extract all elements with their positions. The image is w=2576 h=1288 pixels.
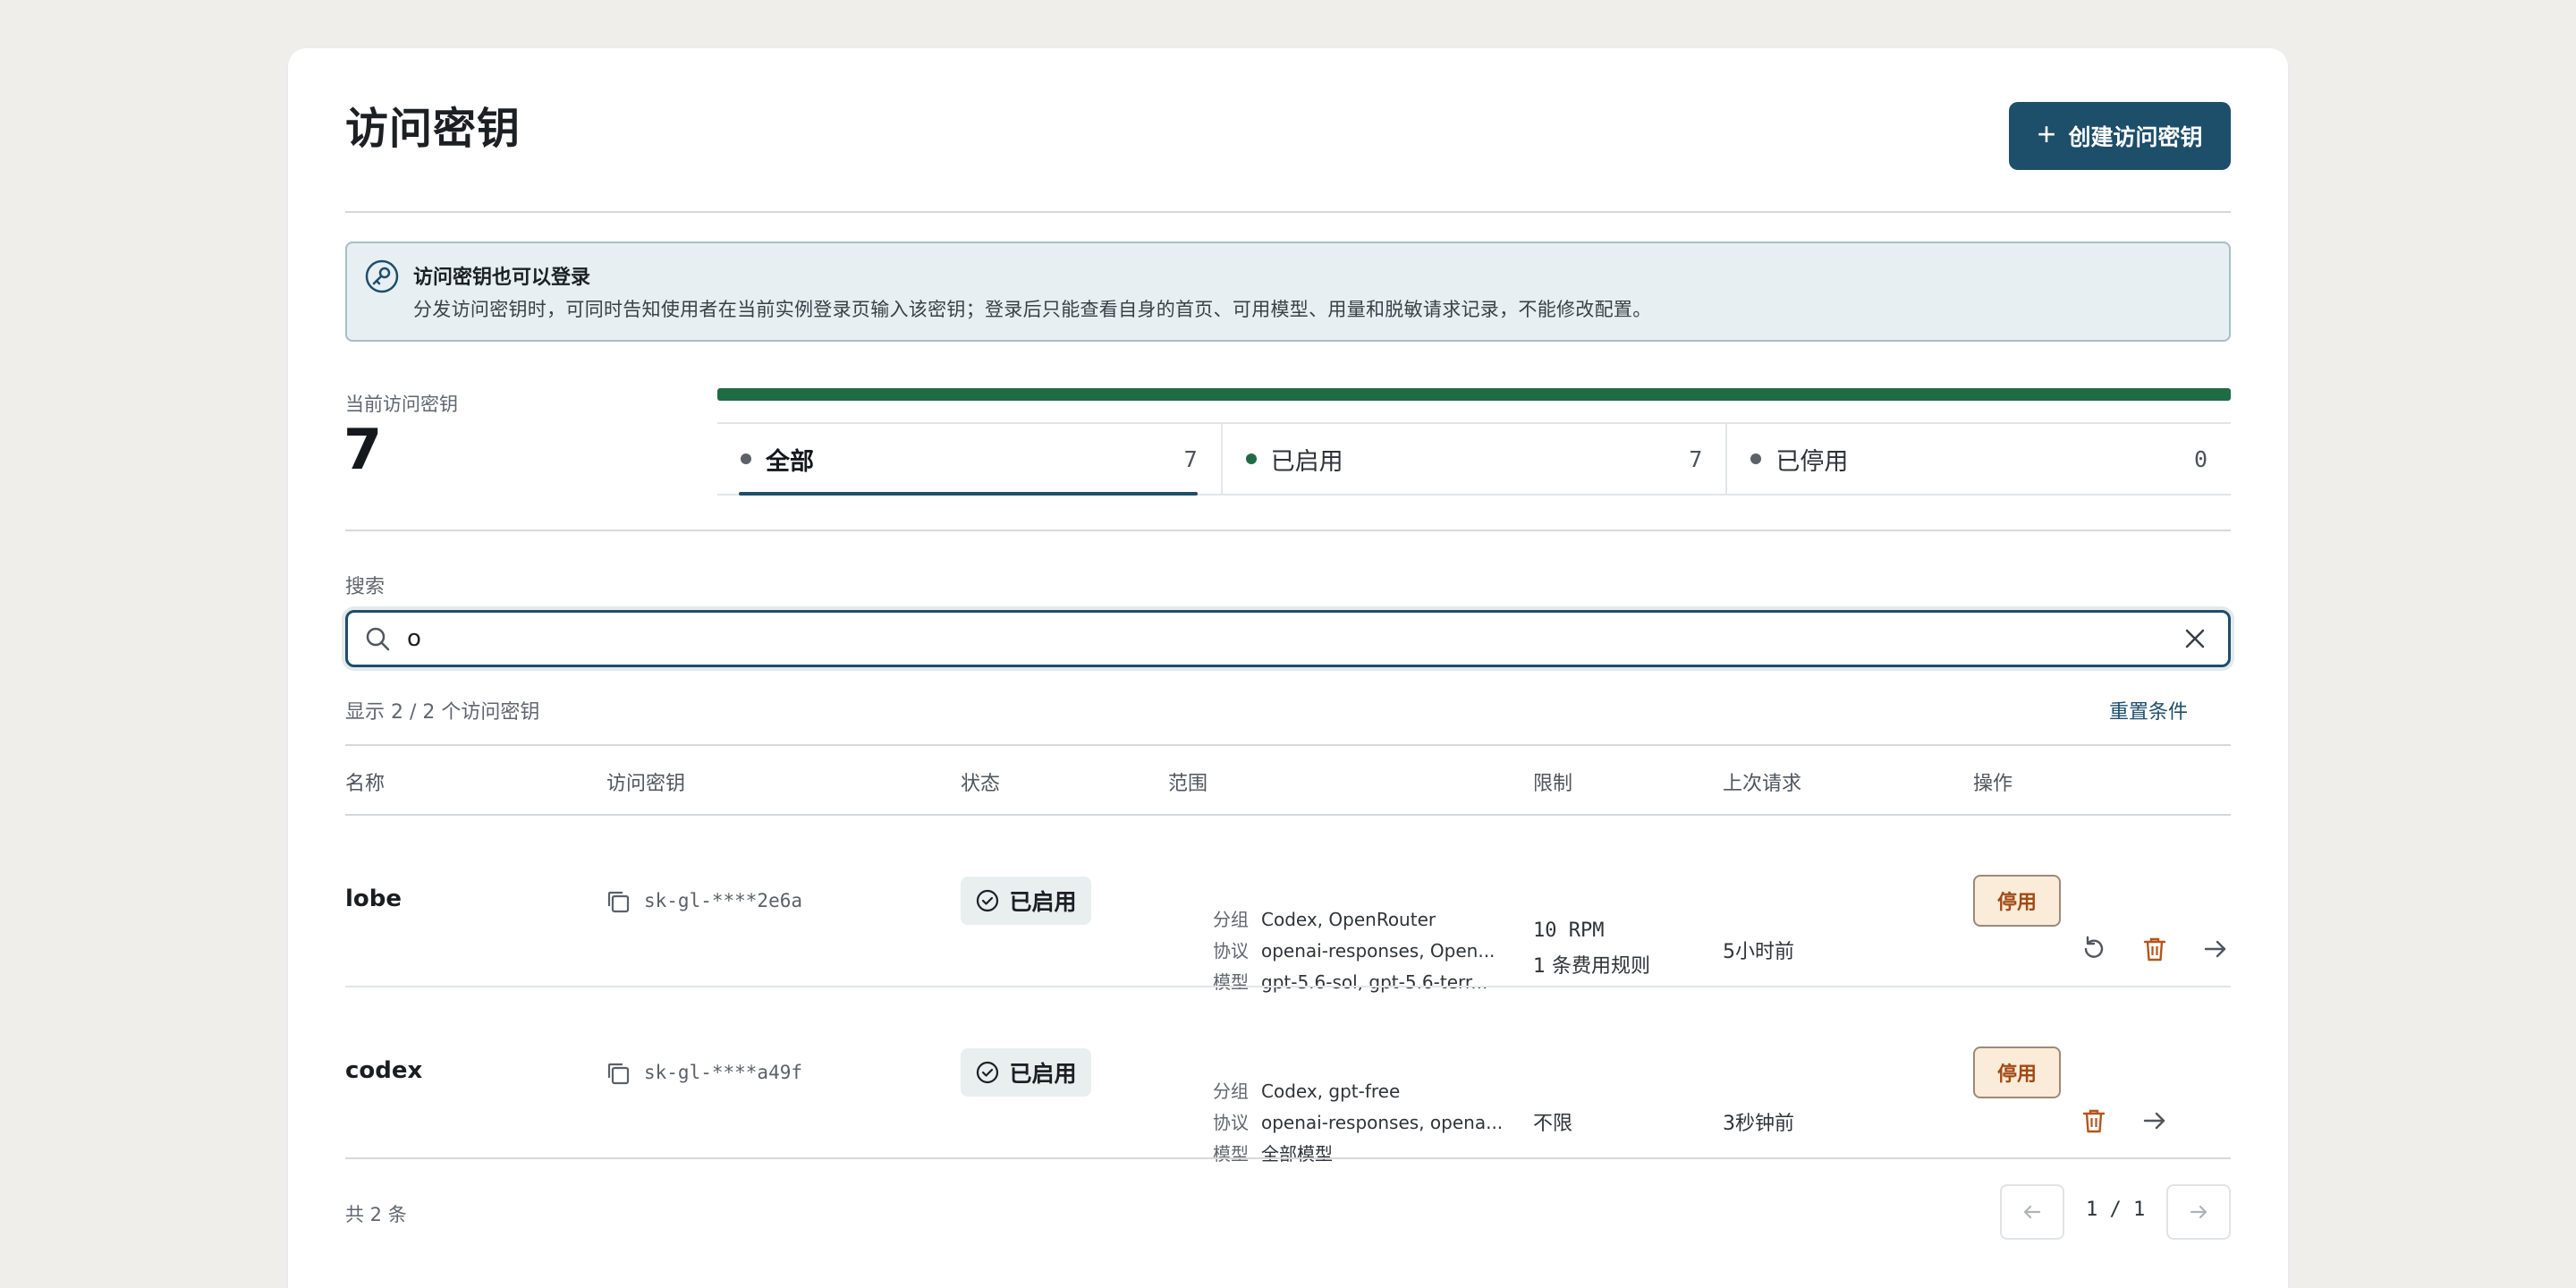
status-tabs: 全部 7 已启用 7 已停用 0 [717,422,2231,496]
key-icon [365,259,399,293]
arrow-right-icon[interactable] [2140,1106,2170,1136]
scope-group: 分组 Codex, gpt-free [1213,1080,1401,1102]
result-count: 显示 2 / 2 个访问密钥 [345,701,540,724]
row-divider [345,986,2231,987]
last-request-time: 5小时前 [1723,941,1794,963]
column-header-limit: 限制 [1533,773,1573,795]
current-keys-label: 当前访问密钥 [345,394,458,415]
status-badge-label: 已启用 [1009,1061,1077,1087]
row-name[interactable]: codex [345,1057,422,1084]
tab-count: 7 [1689,445,1703,472]
scope-protocol: 协议 openai-responses, Open... [1213,940,1496,962]
column-header-name: 名称 [345,773,386,795]
summary-divider [345,530,2231,531]
prev-page-button[interactable] [2000,1184,2064,1240]
status-dot [1750,453,1762,464]
tab-label: 全部 [766,447,814,476]
scope-protocol: 协议 openai-responses, opena... [1213,1112,1504,1133]
notice-title: 访问密钥也可以登录 [413,267,591,289]
disable-button[interactable]: 停用 [1973,1046,2061,1098]
access-keys-card: 访问密钥 + 创建访问密钥 访问密钥也可以登录 分发访问密钥时，可同时告知使用者… [288,48,2288,1288]
rotate-key-icon[interactable] [2079,934,2109,964]
column-header-key: 访问密钥 [606,773,686,795]
check-circle-icon [977,889,999,912]
page-indicator: 1 / 1 [2086,1199,2146,1221]
column-header-actions: 操作 [1973,773,2013,795]
column-header-status: 状态 [961,773,1001,795]
delete-icon[interactable] [2079,1106,2109,1136]
disable-button[interactable]: 停用 [1973,875,2061,927]
arrow-right-icon[interactable] [2200,934,2231,964]
status-dot [1245,453,1257,464]
access-key-value: sk-gl-****2e6a [644,890,803,911]
tab-label: 已停用 [1775,447,1849,476]
tab-all[interactable]: 全部 7 [717,424,1221,496]
check-circle-icon [977,1061,999,1084]
search-label: 搜索 [345,576,386,598]
enabled-progress-bar [717,388,2231,401]
tab-enabled[interactable]: 已启用 7 [1220,424,1726,494]
arrow-right-icon [2190,1205,2207,1219]
tab-disabled[interactable]: 已停用 0 [1725,424,2231,494]
scope-group: 分组 Codex, OpenRouter [1213,909,1436,930]
column-header-scope: 范围 [1168,773,1208,795]
scope-model: 模型 全部模型 [1213,1143,1333,1165]
header-divider [345,211,2231,213]
limit-rpm: 10 RPM [1533,919,1605,942]
tab-label: 已启用 [1270,447,1343,476]
reset-filters-link[interactable]: 重置条件 [2109,696,2188,724]
row-name[interactable]: lobe [345,886,402,912]
search-input[interactable] [407,618,2160,659]
total-count: 共 2 条 [345,1204,407,1225]
limit-value: 不限 [1533,1113,1573,1135]
table-header-divider [345,814,2231,816]
clear-icon[interactable] [2183,627,2207,650]
login-notice: 访问密钥也可以登录 分发访问密钥时，可同时告知使用者在当前实例登录页输入该密钥；… [345,242,2231,342]
limit-cost-rules: 1 条费用规则 [1533,955,1650,978]
table-bottom-divider [345,1157,2231,1159]
scope-model: 模型 gpt-5.6-sol, gpt-5.6-terr... [1213,971,1488,993]
current-keys-count: 7 [343,417,383,482]
search-field [345,610,2231,667]
search-icon [366,627,390,651]
notice-description: 分发访问密钥时，可同时告知使用者在当前实例登录页输入该密钥；登录后只能查看自身的… [413,299,1652,320]
copy-icon[interactable] [605,888,631,915]
status-badge: 已启用 [961,1048,1091,1097]
access-key-value: sk-gl-****a49f [644,1062,803,1083]
create-button-label: 创建访问密钥 [2068,125,2203,150]
table-top-divider [345,744,2231,746]
arrow-left-icon [2023,1205,2041,1219]
plus-icon: + [2037,115,2056,152]
delete-icon[interactable] [2140,934,2170,964]
tab-count: 7 [1183,445,1198,472]
create-access-key-button[interactable]: + 创建访问密钥 [2009,102,2231,170]
enabled-progress-fill [717,388,2231,401]
last-request-time: 3秒钟前 [1723,1113,1794,1135]
page-title: 访问密钥 [345,104,521,154]
column-header-last-request: 上次请求 [1723,773,1802,795]
tab-count: 0 [2193,445,2208,472]
status-dot [741,453,751,464]
next-page-button[interactable] [2166,1184,2231,1240]
status-badge: 已启用 [961,877,1091,925]
copy-icon[interactable] [605,1060,631,1087]
status-badge-label: 已启用 [1009,889,1077,915]
